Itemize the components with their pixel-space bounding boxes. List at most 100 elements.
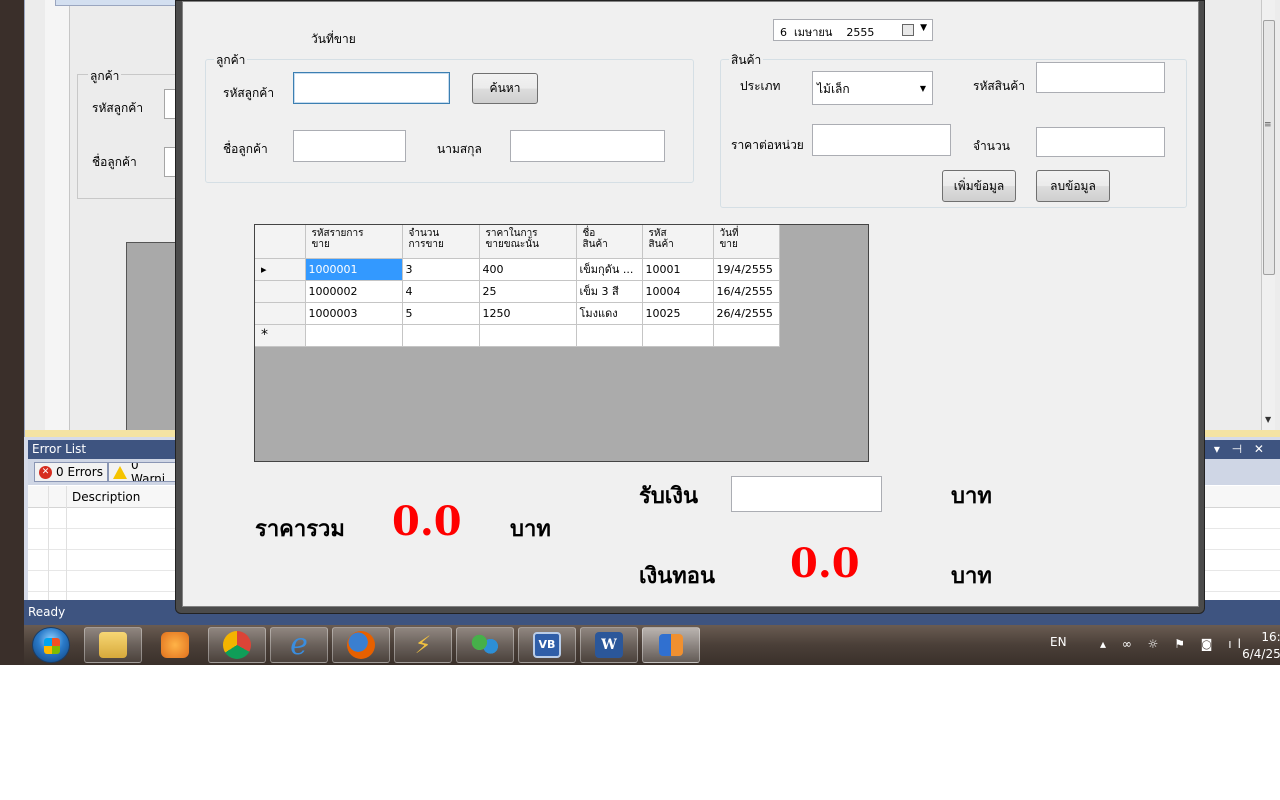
column-header-sale-price[interactable]: ราคาในการ ขายขณะนั้น xyxy=(479,225,577,259)
table-cell[interactable]: 3 xyxy=(402,258,480,281)
table-cell[interactable]: 400 xyxy=(479,258,577,281)
table-cell[interactable] xyxy=(576,324,643,347)
product-id-input[interactable] xyxy=(1036,62,1165,93)
start-button[interactable] xyxy=(32,627,70,663)
column-header-product-id[interactable]: รหัส สินค้า xyxy=(642,225,714,259)
table-cell[interactable]: เข็มกุดัน ... xyxy=(576,258,643,281)
taskbar-active-form[interactable] xyxy=(642,627,700,663)
column-header-product-name[interactable]: ชื่อ สินค้า xyxy=(576,225,643,259)
customer-id-input[interactable] xyxy=(293,72,450,104)
clock[interactable]: 16:42 6/4/2555 xyxy=(1240,629,1280,663)
table-cell[interactable]: โมงแดง xyxy=(576,302,643,325)
table-cell[interactable]: 1250 xyxy=(479,302,577,325)
errors-filter-button[interactable]: ✕ 0 Errors xyxy=(34,462,108,482)
table-cell[interactable]: 4 xyxy=(402,280,480,303)
product-id-label: รหัสสินค้า xyxy=(973,79,1025,93)
taskbar-media-player[interactable] xyxy=(146,627,204,663)
taskbar-visual-basic[interactable]: VB xyxy=(518,627,576,663)
column-header-sale-id[interactable]: รหัสรายการ ขาย xyxy=(305,225,403,259)
scrollbar-grip-icon: ≡ xyxy=(1264,120,1272,130)
table-row[interactable]: ▸ 1000001 3 400 เข็มกุดัน ... 10001 19/4… xyxy=(255,258,780,281)
row-header[interactable] xyxy=(255,280,306,303)
received-input[interactable] xyxy=(731,476,882,512)
search-button[interactable]: ค้นหา xyxy=(472,73,538,104)
search-button-label: ค้นหา xyxy=(489,81,521,95)
quantity-input[interactable] xyxy=(1036,127,1165,157)
sales-data-grid[interactable]: รหัสรายการ ขาย จำนวน การขาย ราคาในการ ขา… xyxy=(254,224,869,462)
table-cell[interactable] xyxy=(642,324,714,347)
scrollbar-thumb[interactable] xyxy=(1263,20,1275,275)
taskbar-explorer[interactable] xyxy=(84,627,142,663)
row-header[interactable] xyxy=(255,302,306,325)
table-cell[interactable]: 1000002 xyxy=(305,280,403,303)
background-group-legend: ลูกค้า xyxy=(88,67,122,86)
delete-item-button[interactable]: ลบข้อมูล xyxy=(1036,170,1110,202)
customer-group: ลูกค้า รหัสลูกค้า ค้นหา ชื่อลูกค้า นามสก… xyxy=(205,51,694,183)
received-label: รับเงิน xyxy=(639,483,699,509)
taskbar-winamp[interactable]: ⚡ xyxy=(394,627,452,663)
errors-count-label: 0 Errors xyxy=(56,465,103,479)
unit-price-label: ราคาต่อหน่วย xyxy=(731,138,804,152)
screen: ลูกค้า รหัสลูกค้า ชื่อลูกค้า ≡ ▼ Error L… xyxy=(0,0,1280,665)
windows-logo-icon xyxy=(44,638,60,654)
table-cell[interactable]: เข็ม 3 สี xyxy=(576,280,643,303)
warning-icon xyxy=(113,465,127,479)
total-label: ราคารวม xyxy=(255,516,345,542)
folder-icon xyxy=(99,632,127,658)
change-unit: บาท xyxy=(951,563,992,589)
table-cell[interactable]: 10004 xyxy=(642,280,714,303)
add-item-button[interactable]: เพิ่มข้อมูล xyxy=(942,170,1016,202)
add-item-button-label: เพิ่มข้อมูล xyxy=(953,178,1005,193)
new-row-indicator-icon[interactable]: * xyxy=(255,324,306,347)
background-customer-group: ลูกค้า รหัสลูกค้า ชื่อลูกค้า xyxy=(77,67,188,199)
current-row-indicator-icon[interactable]: ▸ xyxy=(255,258,306,281)
calendar-icon[interactable] xyxy=(902,24,914,36)
new-row[interactable]: * xyxy=(255,324,780,347)
table-cell[interactable]: 16/4/2555 xyxy=(713,280,780,303)
table-cell[interactable]: 10001 xyxy=(642,258,714,281)
clock-date: 6/4/2555 xyxy=(1242,647,1280,661)
table-cell[interactable]: 25 xyxy=(479,280,577,303)
table-cell[interactable] xyxy=(713,324,780,347)
column-header-sale-date[interactable]: วันที่ ขาย xyxy=(713,225,780,259)
table-row[interactable]: 1000002 4 25 เข็ม 3 สี 10004 16/4/2555 xyxy=(255,280,780,303)
designer-scrollbar[interactable]: ≡ ▼ xyxy=(1261,0,1275,430)
column-header-quantity[interactable]: จำนวน การขาย xyxy=(402,225,480,259)
visual-basic-icon: VB xyxy=(533,632,561,658)
table-cell[interactable]: 1000001 xyxy=(305,258,403,281)
panel-controls[interactable]: ▾ ⊣ ✕ xyxy=(1214,442,1268,456)
status-text: Ready xyxy=(28,605,66,619)
taskbar-word[interactable]: W xyxy=(580,627,638,663)
table-cell[interactable]: 26/4/2555 xyxy=(713,302,780,325)
table-cell[interactable]: 19/4/2555 xyxy=(713,258,780,281)
table-cell[interactable] xyxy=(305,324,403,347)
taskbar-internet-explorer[interactable]: e xyxy=(270,627,328,663)
product-type-combo[interactable]: ไม้เล็ก ▼ xyxy=(812,71,933,105)
customer-name-input[interactable] xyxy=(293,130,406,162)
background-customer-name-label: ชื่อลูกค้า xyxy=(92,155,137,169)
language-indicator[interactable]: EN xyxy=(1050,635,1067,649)
grid-header-row: รหัสรายการ ขาย จำนวน การขาย ราคาในการ ขา… xyxy=(255,225,780,259)
taskbar-chrome[interactable] xyxy=(208,627,266,663)
customer-id-label: รหัสลูกค้า xyxy=(223,86,275,100)
table-cell[interactable] xyxy=(479,324,577,347)
taskbar-messenger[interactable] xyxy=(456,627,514,663)
sale-date-picker[interactable]: 6 เมษายน 2555 ▼ xyxy=(773,19,933,41)
column-divider xyxy=(48,486,49,600)
warnings-filter-button[interactable]: 0 Warni xyxy=(108,462,178,482)
taskbar-firefox[interactable] xyxy=(332,627,390,663)
table-cell[interactable]: 10025 xyxy=(642,302,714,325)
background-form-tab xyxy=(55,0,185,6)
tray-icons[interactable]: ▴ ∞ ☼ ⚑ ◙ ıl xyxy=(1100,637,1247,651)
table-cell[interactable]: 1000003 xyxy=(305,302,403,325)
table-row[interactable]: 1000003 5 1250 โมงแดง 10025 26/4/2555 xyxy=(255,302,780,325)
table-cell[interactable]: 5 xyxy=(402,302,480,325)
unit-price-input[interactable] xyxy=(812,124,951,156)
description-column-header[interactable]: Description xyxy=(72,490,140,504)
scroll-down-icon[interactable]: ▼ xyxy=(1265,415,1271,424)
surname-input[interactable] xyxy=(510,130,665,162)
background-customer-id-label: รหัสลูกค้า xyxy=(92,101,144,115)
table-cell[interactable] xyxy=(402,324,480,347)
word-icon: W xyxy=(595,632,623,658)
chevron-down-icon[interactable]: ▼ xyxy=(920,23,927,33)
